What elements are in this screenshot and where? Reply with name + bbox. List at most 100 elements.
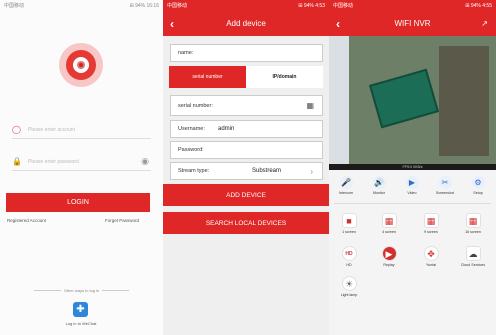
wechat-icon[interactable]: ✚ bbox=[73, 302, 88, 317]
video-control[interactable]: ▶ Video bbox=[397, 176, 427, 195]
speaker-icon: 🔊 bbox=[372, 176, 386, 189]
username-placeholder: Please enter account bbox=[28, 126, 75, 133]
chevron-right-icon: › bbox=[310, 166, 313, 176]
username-field[interactable]: Username: admin bbox=[170, 120, 323, 138]
tile-label: HD bbox=[346, 263, 352, 267]
dpad-icon: ✥ bbox=[423, 246, 439, 261]
tile-label: Replay bbox=[383, 263, 395, 267]
register-link[interactable]: Registered Account bbox=[7, 218, 46, 223]
username-label: Username: bbox=[178, 126, 205, 132]
carrier-text: 中国移动 bbox=[333, 3, 354, 9]
fullscreen-icon[interactable]: ↗ bbox=[481, 19, 488, 28]
play-icon: ▶ bbox=[381, 246, 397, 261]
forgot-password-link[interactable]: Forget Password bbox=[105, 218, 139, 223]
cloud-icon: ☁ bbox=[465, 246, 481, 261]
user-icon: ◯ bbox=[12, 125, 21, 134]
username-field[interactable]: ◯ Please enter account bbox=[12, 121, 151, 139]
stream-value: Substream bbox=[252, 168, 282, 174]
video-wall-region bbox=[329, 36, 349, 170]
stream-type-select[interactable]: Stream type: Substream › bbox=[170, 162, 323, 180]
lamp-icon: ☀ bbox=[341, 276, 357, 291]
control-label: Intercom bbox=[339, 191, 353, 195]
four-screen-tile[interactable]: ▦ 4 screen bbox=[373, 213, 405, 234]
video-caption: FPS:0 0KB/s bbox=[329, 164, 496, 170]
grid-16-icon: ▦ bbox=[465, 213, 481, 228]
replay-tile[interactable]: ▶ Replay bbox=[373, 246, 405, 267]
grid-9-icon: ▦ bbox=[423, 213, 439, 228]
control-label: Screenshot bbox=[435, 191, 455, 195]
stream-label: Stream type: bbox=[178, 168, 210, 174]
password-label: Password: bbox=[178, 147, 204, 153]
page-title: Add device bbox=[226, 19, 266, 28]
screenshot-control[interactable]: ✂ Screenshot bbox=[430, 176, 460, 195]
name-field[interactable]: name: bbox=[170, 44, 323, 62]
scissors-icon: ✂ bbox=[438, 176, 452, 189]
other-ways-label: Other ways to log in bbox=[60, 288, 103, 293]
add-device-screen: 中国移动 ⊞ 94% 4:53 ‹ Add device name: seria… bbox=[163, 0, 329, 335]
tile-label: 1 screen bbox=[342, 230, 356, 234]
status-right: ⊞ 94% 4:53 bbox=[298, 2, 325, 9]
tile-label: Yuntai bbox=[426, 263, 436, 267]
wechat-label: Log in to WeChat bbox=[65, 321, 97, 326]
carrier-text: 中国移动 bbox=[167, 3, 188, 9]
nvr-screen: 中国移动 ⊞ 94% 4:55 ‹ WIFI NVR ↗ FPS:0 0KB/s… bbox=[329, 0, 496, 335]
control-label: Setup bbox=[473, 191, 483, 195]
hd-tile[interactable]: HD HD bbox=[333, 246, 365, 267]
login-screen: 中国移动 ⊞ 94% 16:16 ◯ Please enter account … bbox=[0, 0, 163, 335]
setup-control[interactable]: ⚙ Setup bbox=[463, 176, 493, 195]
password-placeholder: Please enter password bbox=[28, 158, 79, 165]
status-right: ⊞ 94% 16:16 bbox=[129, 2, 160, 9]
add-device-button[interactable]: ADD DEVICE bbox=[163, 184, 329, 206]
password-field[interactable]: 🔒 Please enter password ◉ bbox=[12, 153, 151, 171]
tile-label: Light lamp bbox=[340, 293, 358, 297]
serial-label: serial number: bbox=[178, 102, 213, 109]
lock-icon: 🔒 bbox=[12, 157, 22, 166]
page-title: WIFI NVR bbox=[394, 19, 431, 28]
other-login-divider: Other ways to log in bbox=[34, 288, 129, 296]
qr-scan-icon[interactable]: ▦ bbox=[306, 101, 314, 110]
nine-screen-tile[interactable]: ▦ 9 screen bbox=[415, 213, 447, 234]
name-label: name: bbox=[178, 50, 194, 56]
tab-ip-domain[interactable]: IP/domain bbox=[246, 66, 323, 88]
back-arrow-icon[interactable]: ‹ bbox=[336, 17, 340, 31]
grid-1-icon: ■ bbox=[341, 213, 357, 228]
serial-number-field[interactable]: serial number: ▦ bbox=[170, 95, 323, 116]
mode-tabs: serial number IP/domain bbox=[163, 66, 329, 88]
microphone-icon: 🎤 bbox=[339, 176, 353, 189]
back-arrow-icon[interactable]: ‹ bbox=[170, 17, 174, 31]
search-local-devices-button[interactable]: SEARCH LOCAL DEVICES bbox=[163, 212, 329, 234]
login-button[interactable]: LOGIN bbox=[6, 193, 150, 212]
control-label: Monitor bbox=[373, 191, 385, 195]
status-bar: 中国移动 ⊞ 94% 4:53 bbox=[163, 0, 329, 11]
tile-label: 9 screen bbox=[424, 230, 438, 234]
one-screen-tile[interactable]: ■ 1 screen bbox=[333, 213, 365, 234]
yuntai-tile[interactable]: ✥ Yuntai bbox=[415, 246, 447, 267]
app-logo bbox=[59, 43, 103, 87]
tile-label: 16 screen bbox=[465, 230, 481, 234]
light-lamp-tile[interactable]: ☀ Light lamp bbox=[333, 276, 365, 297]
intercom-control[interactable]: 🎤 Intercom bbox=[331, 176, 361, 195]
monitor-control[interactable]: 🔊 Monitor bbox=[364, 176, 394, 195]
grid-4-icon: ▦ bbox=[381, 213, 397, 228]
header-bar: ‹ Add device bbox=[163, 11, 329, 36]
status-bar: 中国移动 ⊞ 94% 4:55 bbox=[329, 0, 496, 11]
tile-label: 4 screen bbox=[382, 230, 396, 234]
status-bar: 中国移动 ⊞ 94% 16:16 bbox=[0, 0, 163, 11]
control-label: Video bbox=[407, 191, 417, 195]
status-right: ⊞ 94% 4:55 bbox=[465, 2, 492, 9]
live-video[interactable]: FPS:0 0KB/s bbox=[329, 36, 496, 170]
video-enclosure bbox=[439, 46, 489, 156]
eye-icon[interactable]: ◉ bbox=[141, 156, 149, 167]
divider bbox=[334, 203, 491, 204]
header-bar: ‹ WIFI NVR ↗ bbox=[329, 11, 496, 36]
tab-serial-number[interactable]: serial number bbox=[169, 66, 246, 88]
cloud-services-tile[interactable]: ☁ Cloud Services bbox=[457, 246, 489, 267]
username-value: admin bbox=[218, 126, 235, 132]
video-icon: ▶ bbox=[405, 176, 419, 189]
carrier-text: 中国移动 bbox=[4, 3, 25, 9]
sixteen-screen-tile[interactable]: ▦ 16 screen bbox=[457, 213, 489, 234]
three-phone-screens: 中国移动 ⊞ 94% 16:16 ◯ Please enter account … bbox=[0, 0, 496, 335]
password-field[interactable]: Password: bbox=[170, 141, 323, 159]
hd-icon: HD bbox=[341, 246, 357, 261]
tile-label: Cloud Services bbox=[460, 263, 486, 267]
